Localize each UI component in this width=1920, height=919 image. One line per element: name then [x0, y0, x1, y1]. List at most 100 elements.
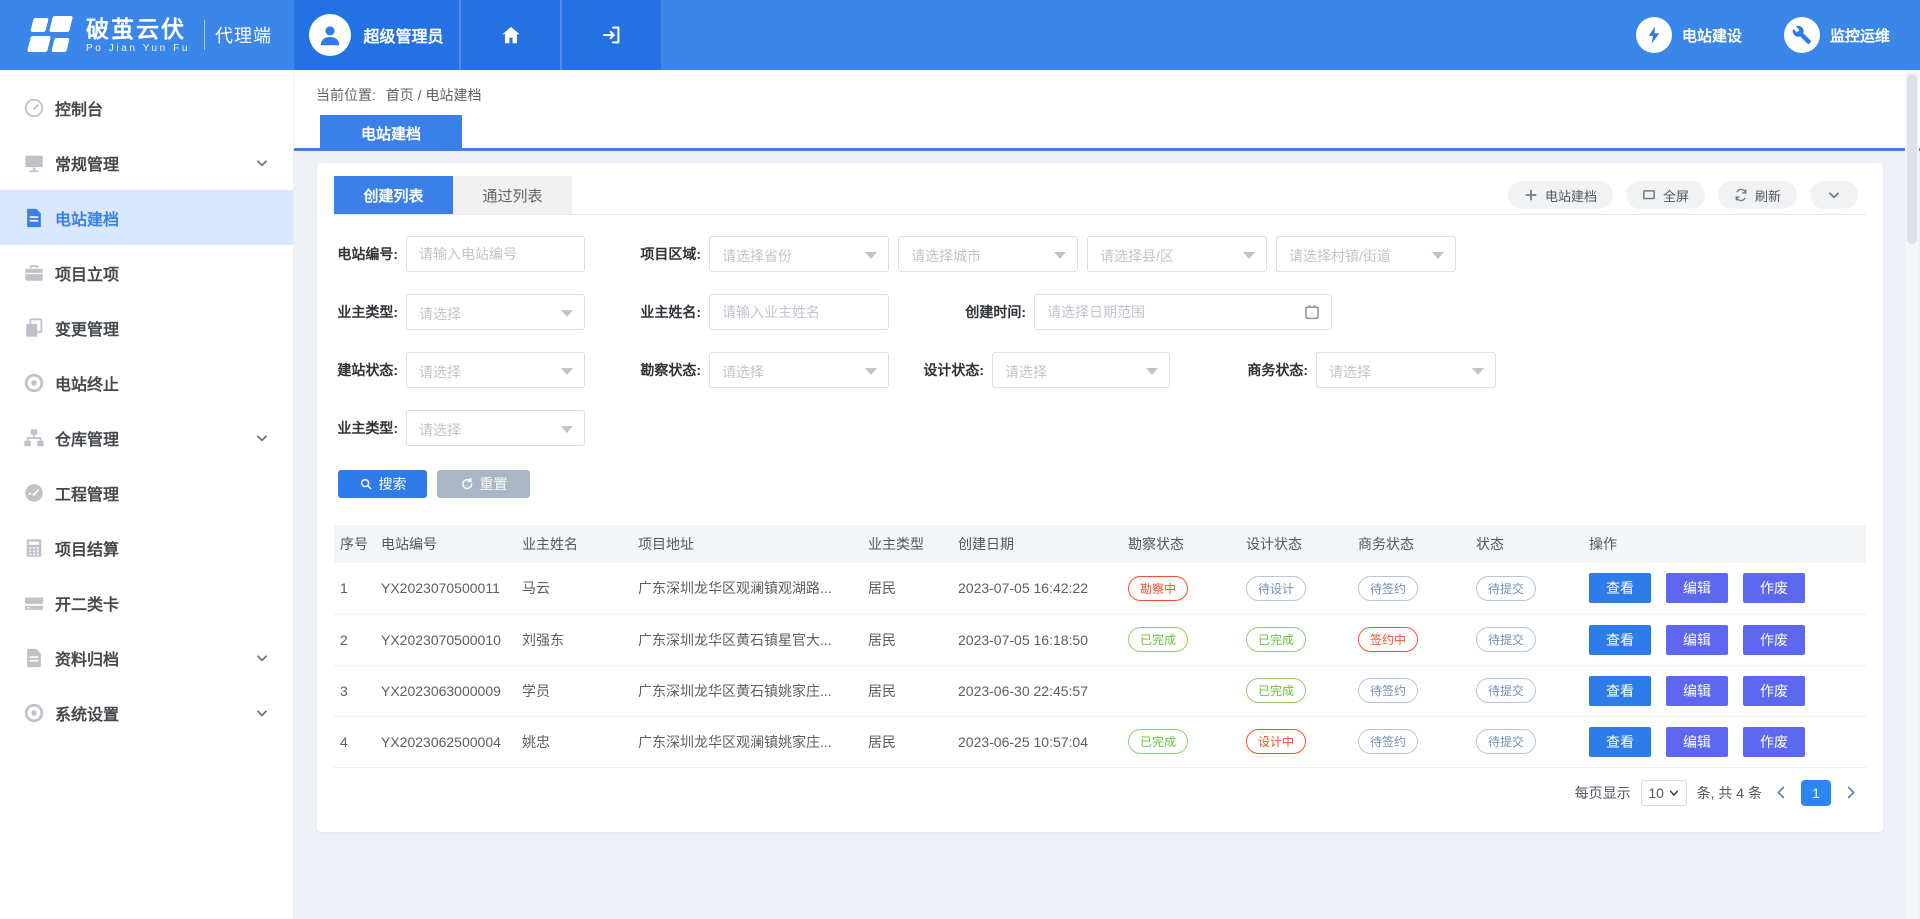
- caret-down-icon: [561, 426, 573, 433]
- view-button[interactable]: 查看: [1589, 727, 1651, 757]
- void-button[interactable]: 作废: [1743, 727, 1805, 757]
- page-number-current[interactable]: 1: [1801, 780, 1831, 806]
- city-select[interactable]: 请选择城市: [898, 236, 1078, 272]
- owner-type2-select[interactable]: 请选择: [406, 410, 585, 446]
- nav-monitoring-ops[interactable]: 监控运维: [1784, 17, 1890, 53]
- sidebar-item-project-settlement[interactable]: 项目结算: [0, 520, 293, 575]
- sidebar-item-warehouse-mgmt[interactable]: 仓库管理: [0, 410, 293, 465]
- archive-icon: [22, 646, 46, 670]
- province-select[interactable]: 请选择省份: [709, 236, 889, 272]
- sidebar-item-change-mgmt[interactable]: 变更管理: [0, 300, 293, 355]
- cell-owner-name: 马云: [516, 563, 632, 614]
- void-button[interactable]: 作废: [1743, 625, 1805, 655]
- page-size-select[interactable]: 10: [1641, 780, 1687, 806]
- status-badge: 待提交: [1476, 627, 1536, 652]
- survey-status-badge: 已完成: [1128, 729, 1188, 754]
- sidebar-item-system-settings[interactable]: 系统设置: [0, 685, 293, 740]
- sidebar-item-label: 开二类卡: [55, 591, 119, 615]
- caret-down-icon: [865, 252, 877, 259]
- chevron-down-icon: [255, 706, 269, 720]
- sidebar-item-label: 项目结算: [55, 536, 119, 560]
- row-operations: 查看 编辑 作废: [1589, 625, 1866, 655]
- void-button[interactable]: 作废: [1743, 676, 1805, 706]
- user-menu[interactable]: 超级管理员: [294, 0, 459, 70]
- briefcase-icon: [22, 261, 46, 285]
- sidebar-item-open-class2-card[interactable]: 开二类卡: [0, 575, 293, 630]
- user-name: 超级管理员: [363, 23, 443, 47]
- filter-row-4: 业主类型: 请选择: [334, 410, 1866, 446]
- sidebar-item-station-termination[interactable]: 电站终止: [0, 355, 293, 410]
- target-icon: [22, 371, 46, 395]
- filter-form: 电站编号: 项目区域: 请选择省份 请选择城市 请选择县/区: [334, 215, 1866, 446]
- prev-page-button[interactable]: [1772, 785, 1791, 800]
- cell-station-code: YX2023063000009: [375, 665, 516, 716]
- date-range-input[interactable]: [1035, 295, 1331, 329]
- col-owner-name: 业主姓名: [516, 525, 632, 563]
- sidebar-item-engineering-mgmt[interactable]: 工程管理: [0, 465, 293, 520]
- survey-status-select[interactable]: 请选择: [709, 352, 889, 388]
- logout-button[interactable]: [560, 0, 661, 70]
- create-station-button[interactable]: 电站建档: [1508, 181, 1613, 209]
- sitemap-icon: [22, 426, 46, 450]
- col-project-address: 项目地址: [632, 525, 862, 563]
- county-select[interactable]: 请选择县/区: [1087, 236, 1267, 272]
- sidebar-item-label: 仓库管理: [55, 426, 119, 450]
- view-button[interactable]: 查看: [1589, 573, 1651, 603]
- region-label: 项目区域:: [637, 244, 701, 264]
- design-status-badge: 待设计: [1246, 576, 1306, 601]
- edit-button[interactable]: 编辑: [1666, 676, 1728, 706]
- view-button[interactable]: 查看: [1589, 676, 1651, 706]
- brand-logo-icon: [28, 16, 76, 54]
- view-button[interactable]: 查看: [1589, 625, 1651, 655]
- col-survey-status: 勘察状态: [1122, 525, 1240, 563]
- void-button[interactable]: 作废: [1743, 573, 1805, 603]
- scrollbar-thumb[interactable]: [1907, 74, 1917, 244]
- edit-button[interactable]: 编辑: [1666, 573, 1728, 603]
- sidebar-item-station-filing[interactable]: 电站建档: [0, 190, 293, 245]
- dashboard-icon: [22, 96, 46, 120]
- refresh-button[interactable]: 刷新: [1718, 181, 1797, 209]
- next-page-button[interactable]: [1841, 785, 1860, 800]
- stations-table: 序号 电站编号 业主姓名 项目地址 业主类型 创建日期 勘察状态 设计状态 商务…: [334, 525, 1866, 768]
- owner-name-input[interactable]: [710, 295, 888, 329]
- page-tab-station-filing[interactable]: 电站建档: [320, 115, 462, 151]
- scrollbar[interactable]: [1905, 70, 1919, 919]
- sidebar-item-project-initiation[interactable]: 项目立项: [0, 245, 293, 300]
- col-station-code: 电站编号: [375, 525, 516, 563]
- fullscreen-button[interactable]: 全屏: [1626, 181, 1705, 209]
- sidebar-item-general-mgmt[interactable]: 常规管理: [0, 135, 293, 190]
- breadcrumb-label: 当前位置:: [316, 87, 376, 103]
- table-row: 1 YX2023070500011 马云 广东深圳龙华区观澜镇观湖路... 居民…: [334, 563, 1866, 614]
- owner-type-select[interactable]: 请选择: [406, 294, 585, 330]
- status-badge: 待提交: [1476, 576, 1536, 601]
- caret-down-icon: [1472, 368, 1484, 375]
- sidebar-item-data-archive[interactable]: 资料归档: [0, 630, 293, 685]
- search-icon: [359, 477, 373, 491]
- lightning-icon: [1636, 17, 1672, 53]
- business-status-select[interactable]: 请选择: [1316, 352, 1496, 388]
- survey-status-badge: 勘察中: [1128, 576, 1188, 601]
- tab-passed-list[interactable]: 通过列表: [453, 176, 572, 214]
- build-status-select[interactable]: 请选择: [406, 352, 585, 388]
- search-button[interactable]: 搜索: [338, 470, 427, 498]
- calendar-icon: [1303, 303, 1321, 326]
- station-code-input[interactable]: [407, 237, 584, 271]
- status-badge: 待提交: [1476, 678, 1536, 703]
- breadcrumb-path[interactable]: 首页 / 电站建档: [386, 87, 482, 103]
- edit-button[interactable]: 编辑: [1666, 625, 1728, 655]
- nav-station-construction[interactable]: 电站建设: [1636, 17, 1742, 53]
- reset-button[interactable]: 重置: [437, 470, 530, 498]
- home-button[interactable]: [459, 0, 560, 70]
- app-root: 破茧云伏 Po Jian Yun Fu 代理端 超级管理员: [0, 0, 1920, 919]
- search-actions: 搜索 重置: [334, 470, 1866, 498]
- design-status-select[interactable]: 请选择: [992, 352, 1170, 388]
- quick-link-label: 监控运维: [1830, 25, 1890, 46]
- tab-create-list[interactable]: 创建列表: [334, 176, 453, 214]
- settings-icon: [22, 701, 46, 725]
- col-owner-type: 业主类型: [862, 525, 952, 563]
- sidebar-item-console[interactable]: 控制台: [0, 80, 293, 135]
- edit-button[interactable]: 编辑: [1666, 727, 1728, 757]
- collapse-toolbar-button[interactable]: [1810, 181, 1858, 209]
- town-select[interactable]: 请选择村镇/街道: [1276, 236, 1456, 272]
- cell-owner-type: 居民: [862, 563, 952, 614]
